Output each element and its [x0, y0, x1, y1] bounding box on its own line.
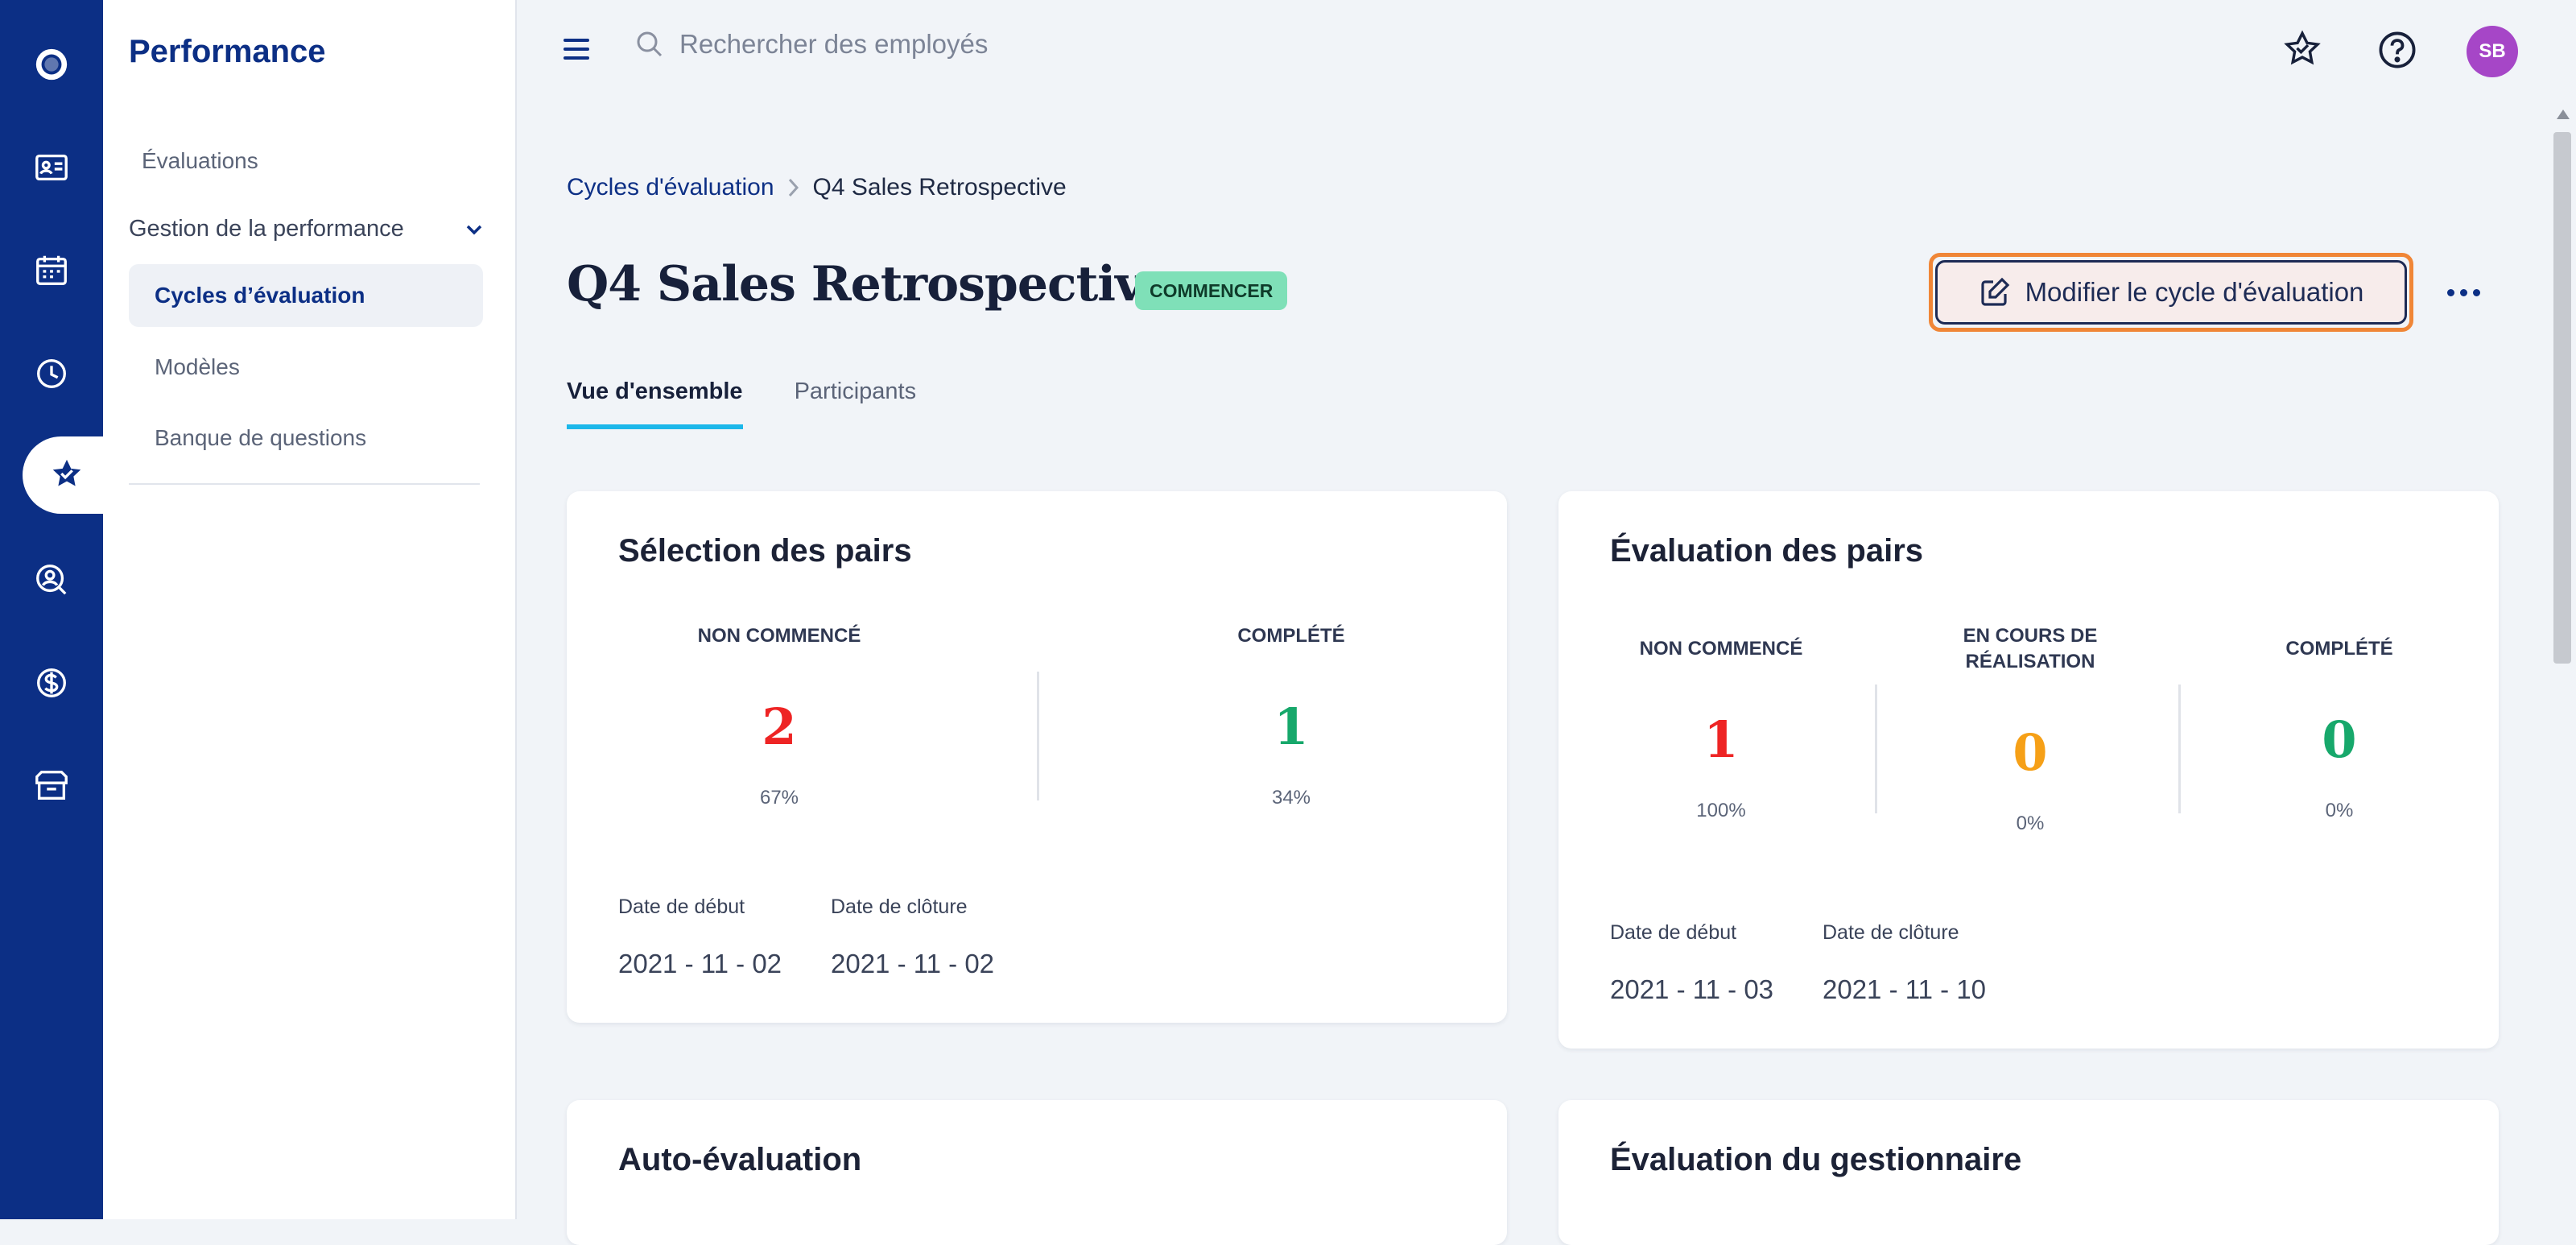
- sidebar-divider: [129, 483, 480, 485]
- sidebar-group-label: Gestion de la performance: [129, 216, 404, 242]
- start-date-label: Date de début: [1610, 921, 1737, 944]
- stat-value: 0: [2322, 710, 2357, 769]
- chevron-right-icon: [788, 178, 799, 197]
- sidebar-item-templates[interactable]: Modèles: [155, 354, 240, 380]
- edit-review-cycle-button[interactable]: Modifier le cycle d'évaluation: [1935, 260, 2407, 325]
- stat-completed: COMPLÉTÉ 1 34%: [1162, 623, 1420, 809]
- stat-divider: [2178, 685, 2181, 813]
- end-date-value: 2021 - 11 - 02: [831, 949, 995, 978]
- stat-percentage: 0%: [2016, 813, 2045, 834]
- id-card-icon[interactable]: [0, 129, 103, 206]
- sidebar: Performance Évaluations Gestion de la pe…: [103, 0, 517, 1219]
- end-date-label: Date de clôture: [1823, 921, 1959, 944]
- start-date-value: 2021 - 11 - 02: [618, 949, 782, 978]
- stat-label: COMPLÉTÉ: [2285, 638, 2393, 660]
- scrollbar[interactable]: [2550, 105, 2576, 1219]
- stat-completed: COMPLÉTÉ 0 0%: [2243, 636, 2436, 822]
- start-date-value: 2021 - 11 - 03: [1610, 974, 1774, 1004]
- search-bar[interactable]: Rechercher des employés: [634, 29, 988, 60]
- stat-in-progress: EN COURS DE RÉALISATION 0 0%: [1937, 623, 2124, 835]
- more-options-icon[interactable]: [2447, 280, 2492, 304]
- stat-value: 0: [2013, 723, 2048, 782]
- tab-overview[interactable]: Vue d'ensemble: [567, 378, 743, 429]
- end-date-label: Date de clôture: [831, 895, 968, 918]
- stat-label: NON COMMENCÉ: [697, 625, 861, 647]
- stat-label: NON COMMENCÉ: [1639, 638, 1803, 660]
- card-title: Auto-évaluation: [618, 1142, 862, 1177]
- search-icon: [637, 31, 663, 57]
- peer-selection-card: Sélection des pairs NON COMMENCÉ 2 67% C…: [567, 491, 1507, 1023]
- chevron-down-icon: [466, 225, 482, 234]
- status-badge: COMMENCER: [1135, 271, 1288, 310]
- card-title: Évaluation des pairs: [1610, 533, 1924, 569]
- edit-icon: [1980, 277, 2009, 306]
- stat-label: COMPLÉTÉ: [1237, 625, 1345, 647]
- sidebar-item-evaluations[interactable]: Évaluations: [142, 148, 258, 174]
- stat-percentage: 0%: [2325, 800, 2354, 821]
- help-icon[interactable]: [2376, 29, 2418, 71]
- tab-participants[interactable]: Participants: [795, 378, 917, 429]
- sidebar-item-review-cycles[interactable]: Cycles d’évaluation: [129, 264, 483, 327]
- search-input[interactable]: Rechercher des employés: [679, 29, 988, 60]
- stat-percentage: 34%: [1271, 787, 1311, 809]
- avatar[interactable]: SB: [2467, 26, 2518, 77]
- page-title: Q4 Sales Retrospective: [567, 256, 1173, 312]
- card-title: Sélection des pairs: [618, 533, 912, 569]
- scroll-up-arrow-icon[interactable]: [2557, 110, 2570, 119]
- star-badge-icon[interactable]: [2281, 29, 2323, 71]
- app-rail: [0, 0, 111, 1219]
- sidebar-title: Performance: [129, 34, 326, 69]
- tab-bar: Vue d'ensemble Participants: [567, 378, 916, 429]
- stat-percentage: 100%: [1696, 800, 1746, 821]
- clock-icon[interactable]: [0, 335, 103, 412]
- stat-divider: [1037, 672, 1039, 800]
- breadcrumb-parent-link[interactable]: Cycles d'évaluation: [567, 174, 774, 201]
- breadcrumb-current: Q4 Sales Retrospective: [812, 174, 1067, 201]
- dollar-icon[interactable]: [0, 644, 103, 722]
- menu-icon[interactable]: [564, 39, 589, 60]
- edit-button-focus-outline: Modifier le cycle d'évaluation: [1929, 253, 2413, 332]
- scrollbar-thumb[interactable]: [2553, 132, 2571, 664]
- stat-value: 1: [1703, 710, 1739, 769]
- sidebar-group-performance-management[interactable]: Gestion de la performance: [129, 216, 483, 242]
- stat-percentage: 67%: [759, 787, 799, 809]
- peer-review-card: Évaluation des pairs NON COMMENCÉ 1 100%…: [1558, 491, 2499, 1049]
- stat-not-started: NON COMMENCÉ 1 100%: [1607, 636, 1835, 822]
- sidebar-item-question-bank[interactable]: Banque de questions: [155, 425, 366, 451]
- manager-review-card: Évaluation du gestionnaire: [1558, 1100, 2499, 1245]
- card-title: Évaluation du gestionnaire: [1610, 1142, 2022, 1177]
- edit-button-label: Modifier le cycle d'évaluation: [2025, 277, 2364, 307]
- end-date-value: 2021 - 11 - 10: [1823, 974, 1987, 1004]
- breadcrumb: Cycles d'évaluation Q4 Sales Retrospecti…: [567, 174, 1067, 201]
- person-search-icon[interactable]: [0, 541, 103, 618]
- stat-value: 1: [1274, 697, 1309, 756]
- stat-not-started: NON COMMENCÉ 2 67%: [667, 623, 892, 809]
- star-badge-icon[interactable]: [23, 436, 111, 514]
- stat-value: 2: [762, 697, 797, 756]
- self-review-card: Auto-évaluation: [567, 1100, 1507, 1245]
- stat-label: EN COURS DE RÉALISATION: [1963, 625, 2098, 672]
- stat-divider: [1875, 685, 1877, 813]
- sidebar-item-label: Cycles d’évaluation: [155, 283, 365, 308]
- logo-icon[interactable]: [0, 26, 103, 103]
- box-icon[interactable]: [0, 747, 103, 825]
- calendar-icon[interactable]: [0, 232, 103, 309]
- start-date-label: Date de début: [618, 895, 745, 918]
